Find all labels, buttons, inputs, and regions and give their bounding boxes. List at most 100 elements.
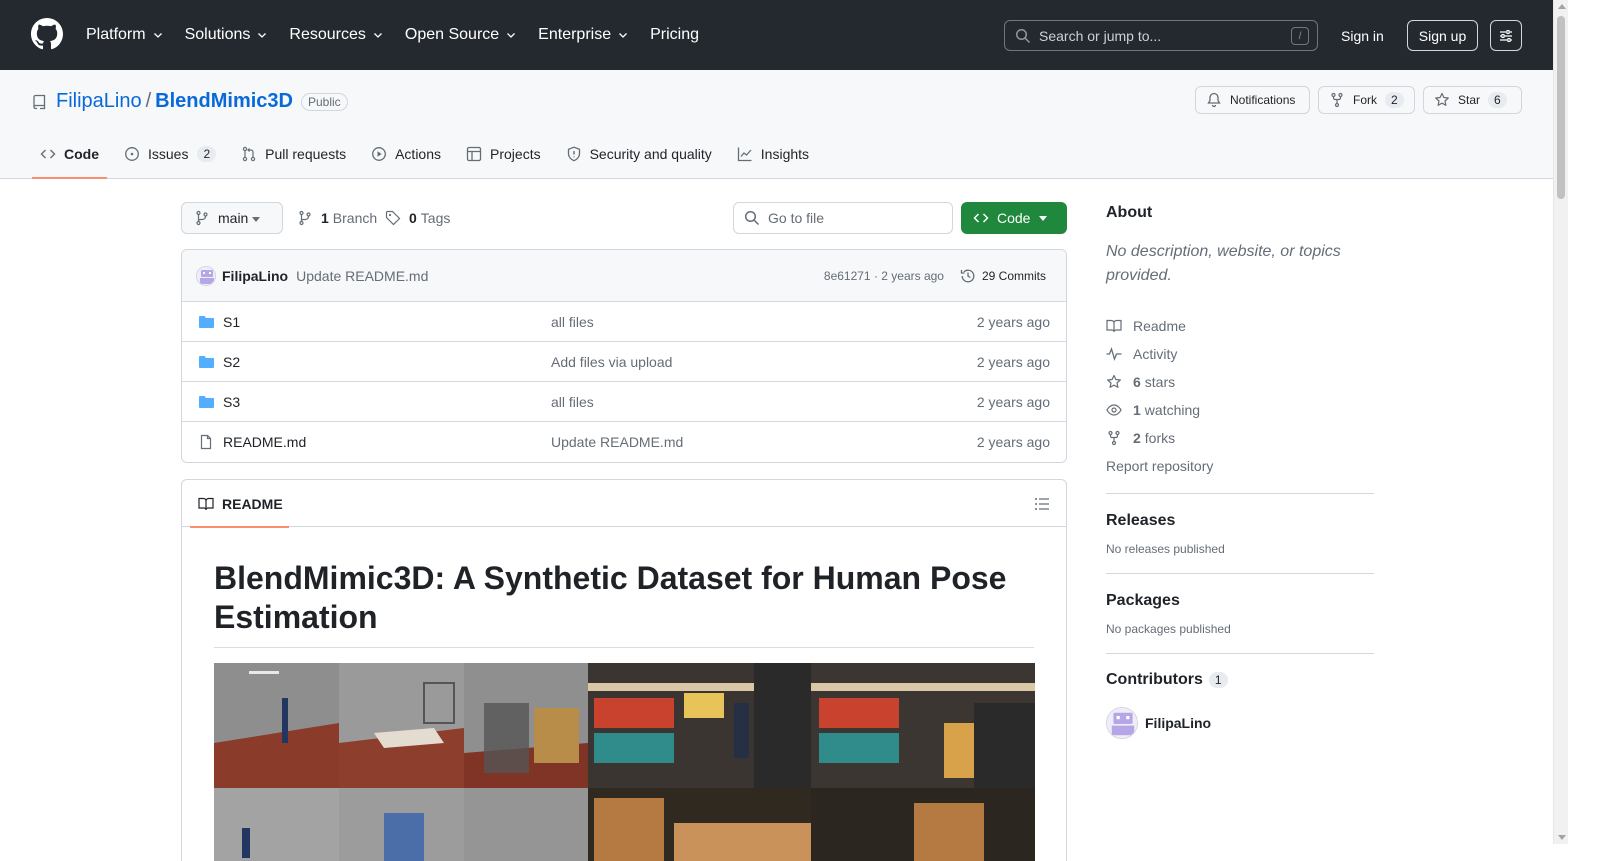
nav-label: Solutions — [184, 26, 251, 43]
fork-icon — [1108, 430, 1120, 446]
repo-owner-link[interactable]: FilipaLino — [56, 90, 142, 113]
bell-icon — [1207, 92, 1221, 108]
branch-name: main — [218, 210, 249, 226]
watching-count: 1 — [1133, 402, 1141, 418]
tag-count: 0 — [409, 210, 417, 226]
file-name-link[interactable]: S1 — [223, 302, 240, 342]
forks-link[interactable]: 2 forks — [1106, 424, 1374, 452]
sign-up-button[interactable]: Sign up — [1407, 20, 1478, 51]
tab-projects[interactable]: Projects — [458, 130, 549, 178]
file-row[interactable]: S1 all files 2 years ago — [182, 302, 1066, 342]
github-logo-icon[interactable] — [31, 18, 63, 50]
file-commit-message[interactable]: Add files via upload — [551, 342, 672, 382]
repo-tabs: Code Issues 2 Pull requests Actions Proj… — [32, 130, 826, 179]
star-button[interactable]: Star 6 — [1423, 86, 1522, 114]
repo-sidebar: About No description, website, or topics… — [1106, 200, 1374, 739]
tags-link[interactable]: 0 Tags — [385, 202, 450, 234]
go-to-file-input[interactable]: Go to file — [733, 202, 953, 234]
history-icon — [960, 269, 975, 283]
commit-author-link[interactable]: FilipaLino — [222, 268, 288, 284]
tab-insights[interactable]: Insights — [729, 130, 817, 178]
code-icon — [40, 149, 56, 159]
nav-solutions[interactable]: Solutions — [185, 26, 269, 44]
settings-menu-button[interactable] — [1490, 20, 1522, 51]
watchers-link[interactable]: 1 watching — [1106, 396, 1374, 424]
fork-button[interactable]: Fork 2 — [1318, 86, 1415, 114]
nav-label: Platform — [86, 26, 146, 43]
stars-link[interactable]: 6 stars — [1106, 368, 1374, 396]
caret-down-icon — [1039, 216, 1047, 221]
file-row[interactable]: S3 all files 2 years ago — [182, 382, 1066, 422]
scrollbar-thumb[interactable] — [1557, 16, 1565, 199]
tag-icon — [385, 210, 401, 226]
watching-label: watching — [1144, 402, 1201, 418]
search-icon — [1015, 28, 1031, 43]
caret-down-icon — [252, 217, 260, 222]
search-shortcut-hint: / — [1291, 27, 1309, 45]
nav-enterprise[interactable]: Enterprise — [538, 26, 629, 44]
contributor-item[interactable]: FilipaLino — [1106, 707, 1374, 739]
packages-heading[interactable]: Packages — [1106, 592, 1374, 610]
tab-code[interactable]: Code — [32, 130, 107, 179]
commit-message-link[interactable]: Update README.md — [296, 268, 428, 284]
issues-count: 2 — [197, 146, 217, 162]
file-commit-message[interactable]: all files — [551, 382, 594, 422]
tab-actions[interactable]: Actions — [363, 130, 449, 178]
notifications-button[interactable]: Notifications — [1195, 86, 1310, 114]
chevron-down-icon — [373, 33, 382, 38]
activity-link[interactable]: Activity — [1106, 340, 1374, 368]
file-row[interactable]: README.md Update README.md 2 years ago — [182, 422, 1066, 462]
releases-heading[interactable]: Releases — [1106, 512, 1374, 530]
nav-open-source[interactable]: Open Source — [405, 26, 517, 44]
contributors-label: Contributors — [1106, 671, 1203, 688]
repo-name-link[interactable]: BlendMimic3D — [155, 90, 293, 113]
scroll-down-arrow-icon[interactable] — [1558, 835, 1566, 840]
scroll-up-arrow-icon[interactable] — [1558, 4, 1566, 9]
chevron-down-icon — [153, 33, 162, 38]
readme-title: BlendMimic3D: A Synthetic Dataset for Hu… — [214, 559, 1034, 648]
about-description: No description, website, or topics provi… — [1106, 243, 1341, 284]
activity-label: Activity — [1133, 346, 1178, 362]
play-icon — [372, 147, 387, 161]
code-button-label: Code — [997, 210, 1031, 226]
tab-label: Security and quality — [589, 146, 712, 162]
branch-selector[interactable]: main — [181, 202, 283, 234]
readme-link[interactable]: Readme — [1106, 312, 1374, 340]
nav-label: Enterprise — [538, 26, 612, 43]
global-nav: Platform Solutions Resources Open Source… — [86, 0, 720, 70]
tab-security[interactable]: Security and quality — [558, 130, 720, 178]
readme-dataset-image — [214, 663, 1035, 861]
contributors-heading[interactable]: Contributors 1 — [1106, 671, 1374, 689]
branches-link[interactable]: 1 Branch — [297, 202, 377, 234]
avatar[interactable] — [1106, 707, 1138, 739]
code-dropdown-button[interactable]: Code — [961, 202, 1067, 234]
search-input[interactable]: Search or jump to... / — [1004, 20, 1318, 51]
search-placeholder: Search or jump to... — [1039, 27, 1162, 44]
chevron-down-icon — [258, 33, 267, 38]
branch-icon — [299, 210, 311, 226]
file-commit-message[interactable]: Update README.md — [551, 422, 683, 462]
file-name-link[interactable]: README.md — [223, 422, 306, 462]
notifications-label: Notifications — [1230, 93, 1296, 107]
contributor-name[interactable]: FilipaLino — [1145, 715, 1211, 731]
report-repository-link[interactable]: Report repository — [1106, 452, 1374, 480]
nav-pricing[interactable]: Pricing — [650, 26, 699, 44]
file-browser: FilipaLino Update README.md 8e61271 · 2 … — [181, 249, 1067, 463]
avatar[interactable] — [196, 265, 216, 286]
file-row[interactable]: S2 Add files via upload 2 years ago — [182, 342, 1066, 382]
nav-resources[interactable]: Resources — [289, 26, 383, 44]
file-name-link[interactable]: S2 — [223, 342, 240, 382]
commit-hash-time[interactable]: 8e61271 · 2 years ago — [824, 269, 944, 283]
tab-issues[interactable]: Issues 2 — [116, 130, 224, 178]
readme-tab[interactable]: README — [190, 480, 289, 528]
commits-history-link[interactable]: 29 Commits — [960, 268, 1046, 284]
vertical-scrollbar[interactable] — [1553, 0, 1568, 844]
file-name-link[interactable]: S3 — [223, 382, 240, 422]
list-icon[interactable] — [1034, 496, 1050, 512]
tab-pull-requests[interactable]: Pull requests — [233, 130, 354, 178]
nav-platform[interactable]: Platform — [86, 26, 164, 44]
file-commit-message[interactable]: all files — [551, 302, 594, 342]
commits-label: 29 Commits — [981, 269, 1046, 283]
sign-in-link[interactable]: Sign in — [1330, 20, 1395, 51]
tag-label: Tags — [420, 210, 451, 226]
